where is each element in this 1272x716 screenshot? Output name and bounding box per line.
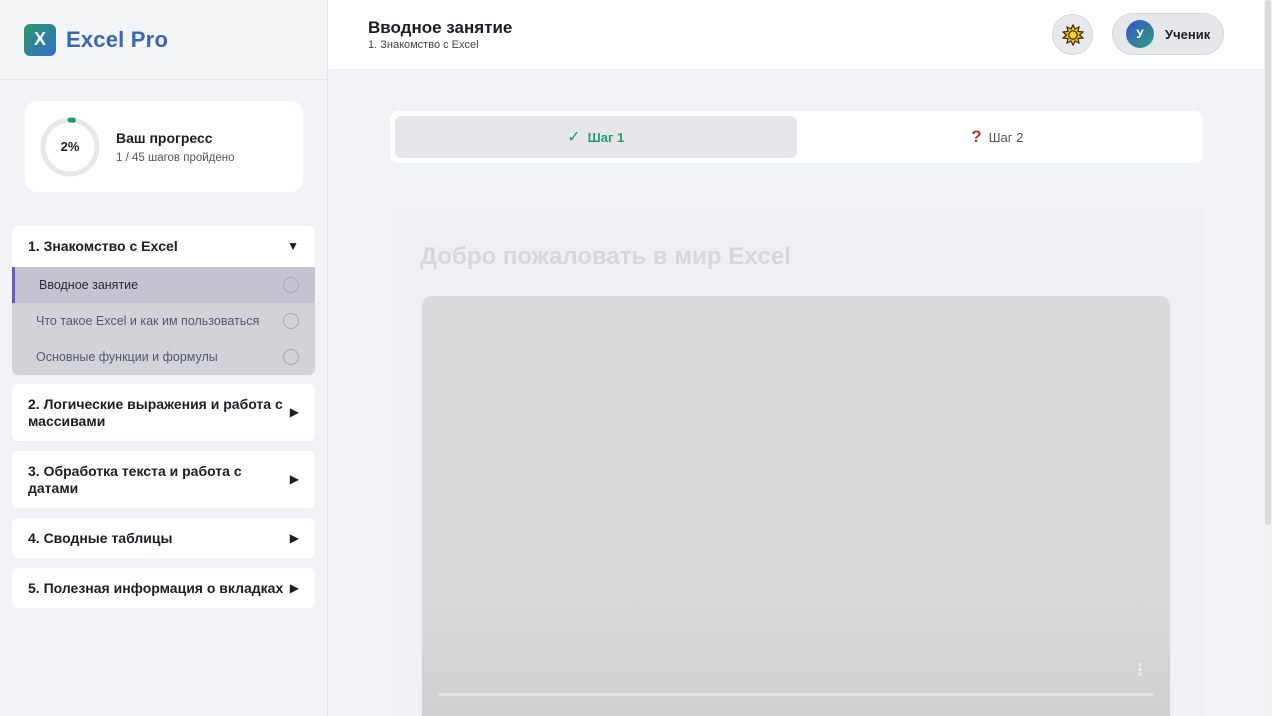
step-tabs: ✓ Шаг 1 ? Шаг 2: [390, 111, 1203, 163]
step-label: Шаг 1: [587, 129, 625, 145]
lesson-status-circle-icon: [283, 349, 299, 365]
progress-text: Ваш прогресс 1 / 45 шагов пройдено: [116, 130, 235, 164]
app: X Excel Pro 2% Ваш прогресс 1 / 45 шагов…: [0, 0, 1272, 716]
lesson-item-what-is-excel[interactable]: Что такое Excel и как им пользоваться: [12, 303, 315, 339]
lesson-item-basic-functions[interactable]: Основные функции и формулы: [12, 339, 315, 375]
module-title: 1. Знакомство с Excel: [28, 238, 178, 254]
module-5[interactable]: 5. Полезная информация о вкладках ▶: [12, 568, 315, 608]
lesson-content: Добро пожаловать в мир Excel ⋮: [392, 207, 1206, 716]
chevron-right-icon: ▶: [289, 472, 299, 486]
module-1-header[interactable]: 1. Знакомство с Excel ▼: [12, 226, 315, 267]
user-name: Ученик: [1165, 26, 1211, 42]
user-menu-button[interactable]: У Ученик: [1112, 13, 1224, 55]
lesson-status-circle-icon: [283, 313, 299, 329]
avatar: У: [1126, 20, 1154, 48]
module-title: 2. Логические выражения и работа с масси…: [28, 395, 283, 429]
progress-title: Ваш прогресс: [116, 129, 213, 146]
lesson-item-intro[interactable]: Вводное занятие: [12, 267, 315, 303]
module-2[interactable]: 2. Логические выражения и работа с масси…: [12, 384, 315, 441]
lesson-status-circle-icon: [283, 277, 299, 293]
module-4-header[interactable]: 4. Сводные таблицы ▶: [12, 518, 315, 558]
lesson-title: Основные функции и формулы: [36, 350, 218, 364]
module-3-header[interactable]: 3. Обработка текста и работа с датами ▶: [12, 451, 315, 508]
module-3[interactable]: 3. Обработка текста и работа с датами ▶: [12, 451, 315, 508]
video-progress-track[interactable]: [438, 693, 1154, 696]
scrollbar-thumb[interactable]: [1265, 0, 1271, 525]
chevron-down-icon: ▼: [287, 239, 299, 253]
progress-percent: 2%: [60, 139, 80, 154]
progress-ring: 2%: [39, 116, 101, 178]
chevron-right-icon: ▶: [289, 405, 299, 419]
module-title: 5. Полезная информация о вкладках: [28, 579, 284, 596]
chevron-right-icon: ▶: [289, 580, 299, 595]
module-5-header[interactable]: 5. Полезная информация о вкладках ▶: [12, 568, 315, 608]
module-title: 3. Обработка текста и работа с датами: [28, 462, 242, 496]
module-title: 4. Сводные таблицы: [28, 529, 173, 546]
module-2-header[interactable]: 2. Логические выражения и работа с масси…: [12, 384, 315, 441]
lesson-heading: Добро пожаловать в мир Excel: [420, 243, 791, 270]
tab-step-1[interactable]: ✓ Шаг 1: [395, 116, 797, 158]
check-icon: ✓: [567, 129, 581, 146]
top-header: Вводное занятие 1. Знакомство с Excel У …: [328, 0, 1264, 69]
progress-subtitle: 1 / 45 шагов пройдено: [116, 151, 235, 164]
module-1: 1. Знакомство с Excel ▼ Вводное занятие …: [12, 226, 315, 375]
breadcrumb: 1. Знакомство с Excel: [368, 39, 479, 51]
page-title: Вводное занятие: [368, 18, 513, 37]
question-icon: ?: [971, 127, 982, 146]
lesson-title: Что такое Excel и как им пользоваться: [36, 314, 260, 328]
progress-card: 2% Ваш прогресс 1 / 45 шагов пройдено: [25, 101, 303, 192]
step-label: Шаг 2: [988, 129, 1024, 145]
theme-toggle-button[interactable]: [1052, 14, 1093, 55]
sidebar: X Excel Pro 2% Ваш прогресс 1 / 45 шагов…: [0, 0, 328, 716]
lesson-title: Вводное занятие: [39, 278, 139, 292]
sun-icon: [1061, 23, 1084, 46]
tab-step-2[interactable]: ? Шаг 2: [797, 116, 1199, 158]
module-1-lessons: Вводное занятие Что такое Excel и как им…: [12, 267, 315, 375]
brand-name: Excel Pro: [66, 26, 169, 52]
page-scrollbar[interactable]: [1264, 0, 1272, 716]
video-more-options-icon[interactable]: ⋮: [1132, 660, 1148, 680]
video-player[interactable]: ⋮: [422, 296, 1170, 716]
module-4[interactable]: 4. Сводные таблицы ▶: [12, 518, 315, 558]
brand[interactable]: X Excel Pro: [0, 0, 327, 80]
chevron-right-icon: ▶: [289, 530, 299, 545]
excel-logo-icon: X: [24, 23, 56, 56]
